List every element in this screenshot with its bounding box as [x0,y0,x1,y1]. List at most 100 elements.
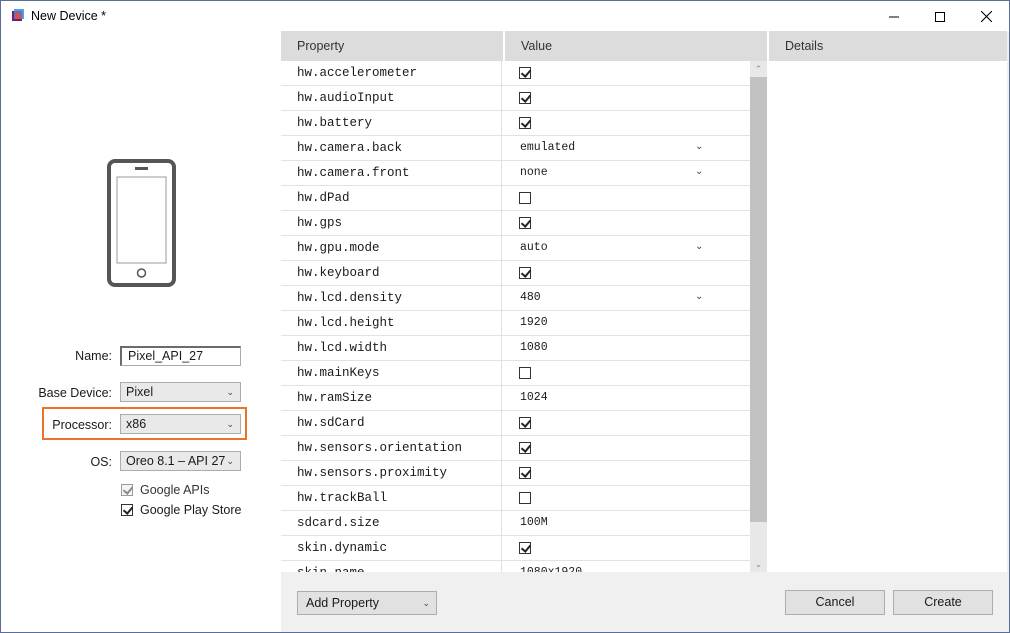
table-row[interactable]: hw.ramSize 1024 [281,386,750,411]
base-device-select[interactable]: Pixel ⌄ [120,382,241,402]
table-row[interactable]: sdcard.size 100M [281,511,750,536]
property-name: hw.audioInput [297,91,395,105]
property-name: sdcard.size [297,516,380,530]
cell-divider [501,461,502,485]
property-checkbox[interactable] [519,492,531,504]
property-checkbox[interactable] [519,92,531,104]
table-row[interactable]: hw.gps [281,211,750,236]
table-row[interactable]: hw.sensors.proximity [281,461,750,486]
cancel-button[interactable]: Cancel [785,590,885,615]
value-column-header[interactable]: Value [505,31,767,61]
property-name: hw.lcd.height [297,316,395,330]
chevron-down-icon[interactable]: ⌄ [695,161,703,183]
table-row[interactable]: hw.keyboard [281,261,750,286]
chevron-down-icon[interactable]: ⌄ [695,136,703,158]
cell-divider [501,261,502,285]
table-row[interactable]: hw.camera.back emulated ⌄ [281,136,750,161]
table-row[interactable]: hw.audioInput [281,86,750,111]
cell-divider [501,111,502,135]
property-checkbox[interactable] [519,217,531,229]
property-select-value[interactable]: 480 [520,286,541,310]
chevron-down-icon[interactable]: ⌄ [695,286,703,308]
property-select-value[interactable]: none [520,161,548,185]
table-row[interactable]: hw.battery [281,111,750,136]
table-row[interactable]: hw.mainKeys [281,361,750,386]
table-row[interactable]: hw.lcd.height 1920 [281,311,750,336]
scrollbar-thumb[interactable] [750,77,767,522]
cell-divider [501,336,502,360]
cell-divider [501,136,502,160]
table-row[interactable]: hw.trackBall [281,486,750,511]
table-row[interactable]: hw.camera.front none ⌄ [281,161,750,186]
property-name: hw.ramSize [297,391,373,405]
os-select[interactable]: Oreo 8.1 – API 27 ⌄ [120,451,241,471]
cell-divider [501,286,502,310]
property-text-value[interactable]: 100M [520,511,548,535]
add-property-button[interactable]: Add Property ⌄ [297,591,437,615]
property-name: hw.sdCard [297,416,365,430]
processor-select[interactable]: x86 ⌄ [120,414,241,434]
scroll-down-icon[interactable]: ⌄ [750,556,767,572]
property-rows: hw.accelerometer hw.audioInput hw.battery h… [281,61,750,572]
property-column-header[interactable]: Property [281,31,503,61]
grid-header: Property Value Details [281,31,1007,61]
property-text-value[interactable]: 1080x1920 [520,561,582,572]
cell-divider [501,436,502,460]
processor-label: Processor: [52,418,112,432]
base-device-value: Pixel [126,385,154,399]
property-checkbox[interactable] [519,417,531,429]
table-row[interactable]: hw.sdCard [281,411,750,436]
property-name: hw.camera.back [297,141,403,155]
property-checkbox[interactable] [519,267,531,279]
cell-divider [501,386,502,410]
table-row[interactable]: hw.gpu.mode auto ⌄ [281,236,750,261]
chevron-down-icon: ⌄ [226,419,234,429]
title-bar: New Device * [1,1,1009,32]
cell-divider [501,61,502,85]
cell-divider [501,536,502,560]
name-input-value: Pixel_API_27 [128,349,204,363]
cell-divider [501,511,502,535]
app-icon [12,9,24,21]
property-checkbox[interactable] [519,117,531,129]
chevron-down-icon[interactable]: ⌄ [695,236,703,258]
table-row[interactable]: hw.lcd.density 480 ⌄ [281,286,750,311]
property-text-value[interactable]: 1080 [520,336,548,360]
chevron-down-icon: ⌄ [226,456,234,466]
device-settings-pane [1,32,281,632]
property-checkbox[interactable] [519,67,531,79]
property-name: hw.sensors.orientation [297,441,463,455]
property-select-value[interactable]: auto [520,236,548,260]
create-button[interactable]: Create [893,590,993,615]
close-button[interactable] [963,1,1009,32]
property-select-value[interactable]: emulated [520,136,575,160]
google-play-store-label: Google Play Store [140,503,242,517]
property-checkbox[interactable] [519,192,531,204]
table-row[interactable]: skin.name 1080x1920 [281,561,750,572]
table-row[interactable]: hw.accelerometer [281,61,750,86]
property-checkbox[interactable] [519,367,531,379]
table-row[interactable]: hw.sensors.orientation [281,436,750,461]
minimize-button[interactable] [871,1,917,32]
google-play-store-checkbox[interactable] [121,504,133,516]
table-row[interactable]: hw.dPad [281,186,750,211]
property-text-value[interactable]: 1024 [520,386,548,410]
table-row[interactable]: skin.dynamic [281,536,750,561]
scroll-up-icon[interactable]: ⌃ [750,61,767,77]
phone-icon [107,159,176,287]
property-name: skin.dynamic [297,541,388,555]
table-row[interactable]: hw.lcd.width 1080 [281,336,750,361]
cell-divider [501,486,502,510]
chevron-down-icon: ⌄ [422,598,430,608]
os-value: Oreo 8.1 – API 27 [126,454,226,468]
property-text-value[interactable]: 1920 [520,311,548,335]
cell-divider [501,161,502,185]
property-checkbox[interactable] [519,542,531,554]
property-checkbox[interactable] [519,442,531,454]
name-input[interactable]: Pixel_API_27 [120,346,241,366]
vertical-scrollbar[interactable]: ⌃ ⌄ [750,61,767,572]
property-checkbox[interactable] [519,467,531,479]
add-property-label: Add Property [306,596,379,610]
maximize-button[interactable] [917,1,963,32]
property-name: hw.gps [297,216,343,230]
